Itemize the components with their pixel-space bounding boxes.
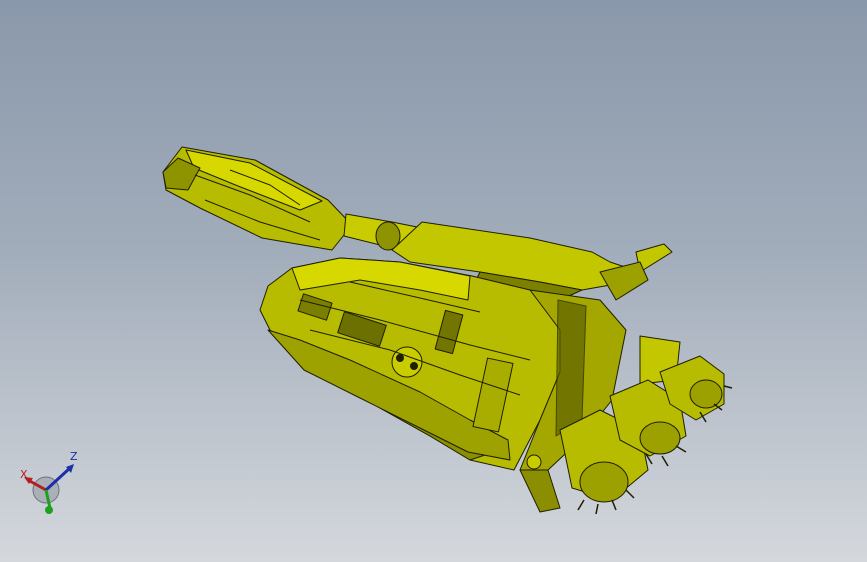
base-skid — [519, 469, 561, 513]
cutter-drum-end-2 — [639, 421, 681, 455]
wheel-hub — [526, 454, 542, 470]
x-axis-label: X — [20, 468, 28, 481]
graphics-viewport[interactable]: X Z — [0, 0, 867, 562]
cutter-drum-end-1 — [579, 461, 629, 503]
z-axis-label: Z — [70, 450, 78, 463]
cutter-drum-end-3 — [689, 379, 723, 409]
orientation-triad: X Z — [20, 450, 78, 514]
tunneling-machine-model[interactable] — [0, 0, 867, 562]
round-hatch — [391, 346, 423, 378]
